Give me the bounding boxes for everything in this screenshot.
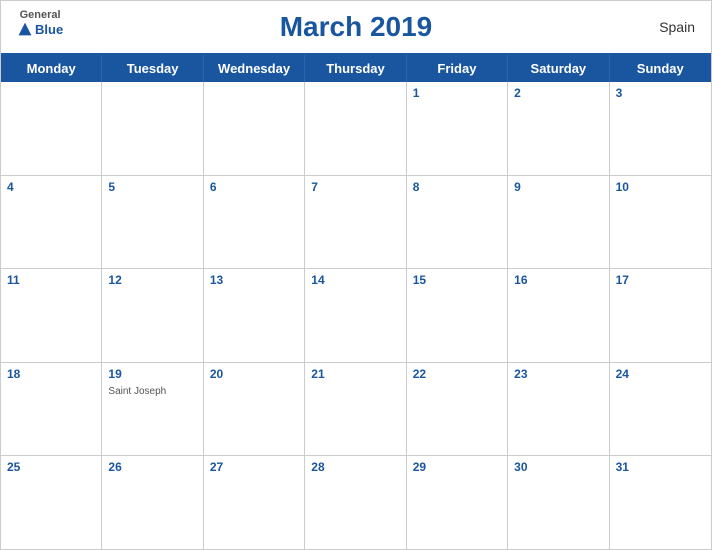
- day-cell: 16: [508, 269, 609, 362]
- week-row-5: 25 26 27 28 29 30 31: [1, 456, 711, 549]
- day-cell: 15: [407, 269, 508, 362]
- day-number: 17: [616, 273, 705, 287]
- header-wednesday: Wednesday: [204, 55, 305, 82]
- day-number: 3: [616, 86, 705, 100]
- day-cell: 7: [305, 176, 406, 269]
- calendar: General Blue March 2019 Spain Monday Tue…: [0, 0, 712, 550]
- header-monday: Monday: [1, 55, 102, 82]
- header-tuesday: Tuesday: [102, 55, 203, 82]
- day-cell: 2: [508, 82, 609, 175]
- day-cell: 24: [610, 363, 711, 456]
- day-number: 30: [514, 460, 602, 474]
- day-number: 13: [210, 273, 298, 287]
- day-cell: 4: [1, 176, 102, 269]
- day-cell: 5: [102, 176, 203, 269]
- day-number: 4: [7, 180, 95, 194]
- day-number: 28: [311, 460, 399, 474]
- day-number: 7: [311, 180, 399, 194]
- week-row-3: 11 12 13 14 15 16 17: [1, 269, 711, 363]
- header-friday: Friday: [407, 55, 508, 82]
- day-cell: 18: [1, 363, 102, 456]
- day-cell: 3: [610, 82, 711, 175]
- day-headers-row: Monday Tuesday Wednesday Thursday Friday…: [1, 55, 711, 82]
- day-number: 26: [108, 460, 196, 474]
- day-number: 31: [616, 460, 705, 474]
- day-number: 1: [413, 86, 501, 100]
- day-number: 16: [514, 273, 602, 287]
- day-cell: [1, 82, 102, 175]
- day-cell: 14: [305, 269, 406, 362]
- day-cell: 1: [407, 82, 508, 175]
- day-number: 23: [514, 367, 602, 381]
- day-number: 8: [413, 180, 501, 194]
- day-cell: 19 Saint Joseph: [102, 363, 203, 456]
- day-number: 10: [616, 180, 705, 194]
- day-cell: 28: [305, 456, 406, 549]
- day-cell: 17: [610, 269, 711, 362]
- day-cell: 10: [610, 176, 711, 269]
- week-row-1: 123: [1, 82, 711, 176]
- logo: General Blue: [17, 9, 63, 37]
- day-cell: 27: [204, 456, 305, 549]
- day-cell: 26: [102, 456, 203, 549]
- day-number: 2: [514, 86, 602, 100]
- day-number: 21: [311, 367, 399, 381]
- day-number: 19: [108, 367, 196, 381]
- day-number: 11: [7, 273, 95, 287]
- day-cell: 29: [407, 456, 508, 549]
- weeks-container: 12345678910111213141516171819Saint Josep…: [1, 82, 711, 549]
- day-cell: 6: [204, 176, 305, 269]
- day-number: 14: [311, 273, 399, 287]
- day-cell: 8: [407, 176, 508, 269]
- day-cell: 21: [305, 363, 406, 456]
- day-cell: 23: [508, 363, 609, 456]
- day-cell: [204, 82, 305, 175]
- day-event: Saint Joseph: [108, 386, 166, 397]
- day-number: 9: [514, 180, 602, 194]
- header-sunday: Sunday: [610, 55, 711, 82]
- day-cell: [102, 82, 203, 175]
- logo-icon: [17, 21, 33, 37]
- day-number: 25: [7, 460, 95, 474]
- day-cell: 9: [508, 176, 609, 269]
- week-row-4: 18 19 Saint Joseph 20 21 22 23 24: [1, 363, 711, 457]
- day-number: 22: [413, 367, 501, 381]
- day-cell: 12: [102, 269, 203, 362]
- day-number: 15: [413, 273, 501, 287]
- logo-blue: Blue: [17, 21, 63, 37]
- day-number: 20: [210, 367, 298, 381]
- week-row-2: 456789 10: [1, 176, 711, 270]
- header-saturday: Saturday: [508, 55, 609, 82]
- day-number: 27: [210, 460, 298, 474]
- header-thursday: Thursday: [305, 55, 406, 82]
- day-cell: [305, 82, 406, 175]
- day-number: 29: [413, 460, 501, 474]
- day-cell: 11: [1, 269, 102, 362]
- calendar-grid: Monday Tuesday Wednesday Thursday Friday…: [1, 53, 711, 549]
- day-number: 18: [7, 367, 95, 381]
- calendar-title: March 2019: [280, 11, 433, 43]
- day-number: 24: [616, 367, 705, 381]
- day-number: 5: [108, 180, 196, 194]
- day-cell: 31: [610, 456, 711, 549]
- logo-general: General: [20, 9, 61, 21]
- day-cell: 25: [1, 456, 102, 549]
- day-cell: 20: [204, 363, 305, 456]
- day-number: 12: [108, 273, 196, 287]
- day-cell: 13: [204, 269, 305, 362]
- calendar-header: General Blue March 2019 Spain: [1, 1, 711, 53]
- day-cell: 30: [508, 456, 609, 549]
- day-cell: 22: [407, 363, 508, 456]
- country-label: Spain: [659, 19, 695, 35]
- day-number: 6: [210, 180, 298, 194]
